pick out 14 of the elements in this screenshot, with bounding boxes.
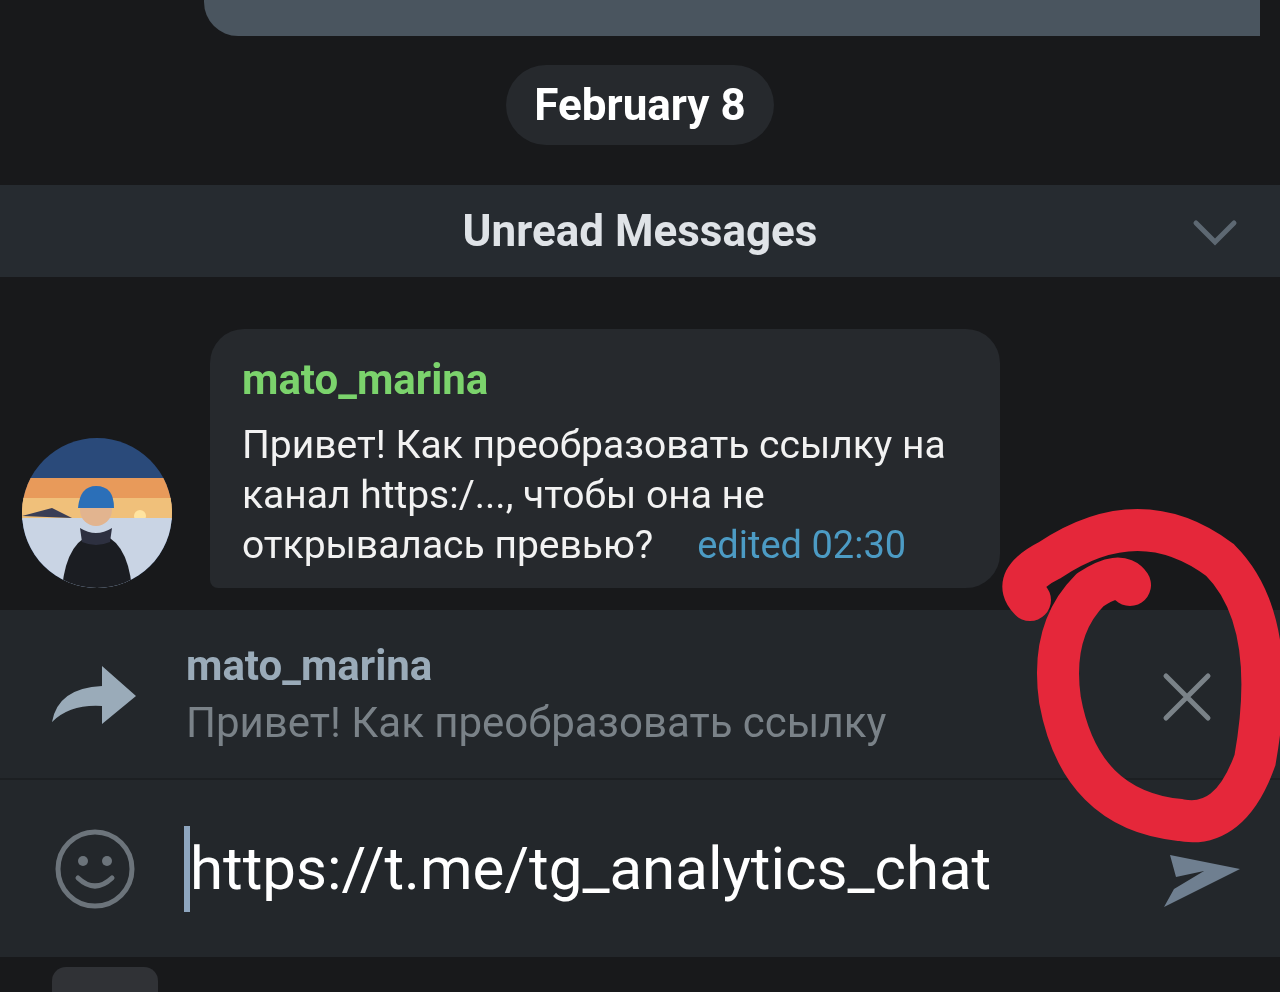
message-meta: edited 02:30 bbox=[697, 523, 907, 567]
forward-arrow-icon bbox=[52, 664, 136, 724]
reply-text: Привет! Как преобразовать ссылку bbox=[186, 698, 887, 747]
sender-name: mato_marina bbox=[242, 355, 490, 404]
unread-label: Unread Messages bbox=[462, 205, 818, 257]
send-icon[interactable] bbox=[1164, 855, 1240, 907]
date-chip: February 8 bbox=[506, 65, 774, 145]
chevron-down-icon[interactable] bbox=[1192, 219, 1238, 247]
message-text: Привет! Как преобразовать ссылку на канал https:/..., чтобы она не открывалась превью? edited 02:30 bbox=[242, 421, 947, 570]
message-input[interactable]: https://t.me/tg_analytics_chat bbox=[190, 833, 1090, 904]
composer-bar[interactable]: https://t.me/tg_analytics_chat bbox=[0, 780, 1280, 957]
reply-sender: mato_marina bbox=[186, 641, 434, 690]
close-icon[interactable] bbox=[1162, 672, 1212, 722]
emoji-icon[interactable] bbox=[54, 827, 136, 910]
